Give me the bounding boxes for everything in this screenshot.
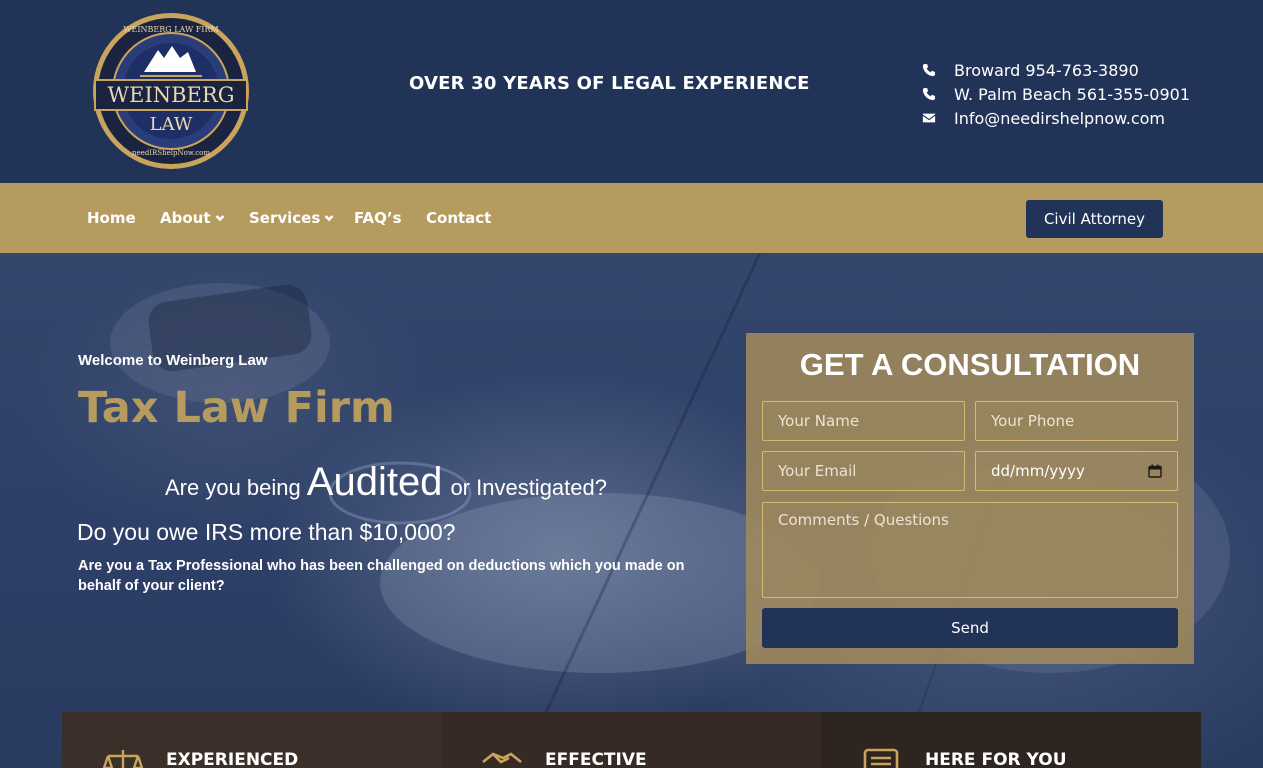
question-irs-debt: Do you owe IRS more than $10,000? <box>77 519 456 545</box>
weinberg-law-logo[interactable]: WEINBERG LAW WEINBERG LAW FIRM needIRShe… <box>92 12 250 170</box>
contact-palm-beach-text: W. Palm Beach 561-355-0901 <box>954 84 1190 104</box>
contact-palm-beach[interactable]: W. Palm Beach 561-355-0901 <box>922 82 1190 106</box>
civil-attorney-button[interactable]: Civil Attorney <box>1026 200 1163 238</box>
nav-contact-label: Contact <box>426 209 492 227</box>
chevron-down-icon <box>215 215 224 222</box>
form-title: GET A CONSULTATION <box>799 347 1141 382</box>
question-audited-after: or Investigated? <box>450 475 607 500</box>
document-icon <box>863 748 899 768</box>
contact-broward[interactable]: Broward 954-763-3890 <box>922 58 1190 82</box>
feature-here-for-you: HERE FOR YOU <box>821 712 1201 768</box>
welcome-text: Welcome to Weinberg Law <box>78 352 268 369</box>
date-input-placeholder: dd/mm/yyyy <box>991 462 1085 480</box>
question-audited-before: Are you being <box>165 475 301 500</box>
top-header: WEINBERG LAW WEINBERG LAW FIRM needIRShe… <box>0 0 1263 183</box>
phone-input[interactable]: Your Phone <box>975 401 1178 441</box>
feature-effective: EFFECTIVE <box>441 712 821 768</box>
svg-text:needIRShelpNow.com: needIRShelpNow.com <box>132 149 210 157</box>
handshake-icon <box>482 752 522 764</box>
comments-textarea[interactable]: Comments / Questions <box>762 502 1178 598</box>
svg-text:WEINBERG: WEINBERG <box>108 83 235 107</box>
envelope-icon <box>922 110 954 126</box>
chevron-down-icon <box>324 215 334 222</box>
nav-services-label: Services <box>249 209 321 227</box>
svg-text:WEINBERG LAW FIRM: WEINBERG LAW FIRM <box>123 25 218 34</box>
question-audited-emphasis: Audited <box>306 460 443 504</box>
nav-about-label: About <box>160 209 211 227</box>
hero-title: Tax Law Firm <box>78 383 395 433</box>
calendar-icon[interactable] <box>1148 464 1162 478</box>
svg-text:LAW: LAW <box>150 114 193 135</box>
feature-here-for-you-label: HERE FOR YOU <box>925 750 1067 768</box>
scales-icon <box>102 750 144 768</box>
nav-services[interactable]: Services <box>249 209 334 227</box>
feature-experienced-label: EXPERIENCED <box>166 750 299 768</box>
contact-email-text: Info@needirshelpnow.com <box>954 108 1166 128</box>
hero-section: Welcome to Weinberg Law Tax Law Firm Are… <box>0 253 1263 768</box>
date-input[interactable]: dd/mm/yyyy <box>975 451 1178 491</box>
consultation-form: GET A CONSULTATION Your Name Your Phone … <box>746 333 1194 664</box>
nav-about[interactable]: About <box>160 209 225 227</box>
nav-home-label: Home <box>87 209 136 227</box>
feature-experienced: EXPERIENCED <box>62 712 441 768</box>
nav-faqs[interactable]: FAQ’s <box>354 209 402 227</box>
nav-contact[interactable]: Contact <box>426 209 491 227</box>
contact-email[interactable]: Info@needirshelpnow.com <box>922 106 1190 130</box>
feature-effective-label: EFFECTIVE <box>545 750 647 768</box>
tagline: OVER 30 YEARS OF LEGAL EXPERIENCE <box>409 73 810 94</box>
send-button[interactable]: Send <box>762 608 1178 648</box>
contact-broward-text: Broward 954-763-3890 <box>954 60 1139 80</box>
phone-icon <box>922 86 954 102</box>
question-audited: Are you being Audited or Investigated? <box>165 460 607 505</box>
name-input[interactable]: Your Name <box>762 401 965 441</box>
email-input[interactable]: Your Email <box>762 451 965 491</box>
question-tax-professional: Are you a Tax Professional who has been … <box>78 558 685 594</box>
main-nav: Home About Services FAQ’s Contact Civil … <box>0 183 1263 253</box>
features-bar: EXPERIENCED EFFECTIVE HERE FOR YOU <box>62 712 1201 768</box>
phone-icon <box>922 62 954 78</box>
nav-home[interactable]: Home <box>87 209 136 227</box>
contact-list: Broward 954-763-3890 W. Palm Beach 561-3… <box>922 58 1190 130</box>
nav-faqs-label: FAQ’s <box>354 209 402 227</box>
